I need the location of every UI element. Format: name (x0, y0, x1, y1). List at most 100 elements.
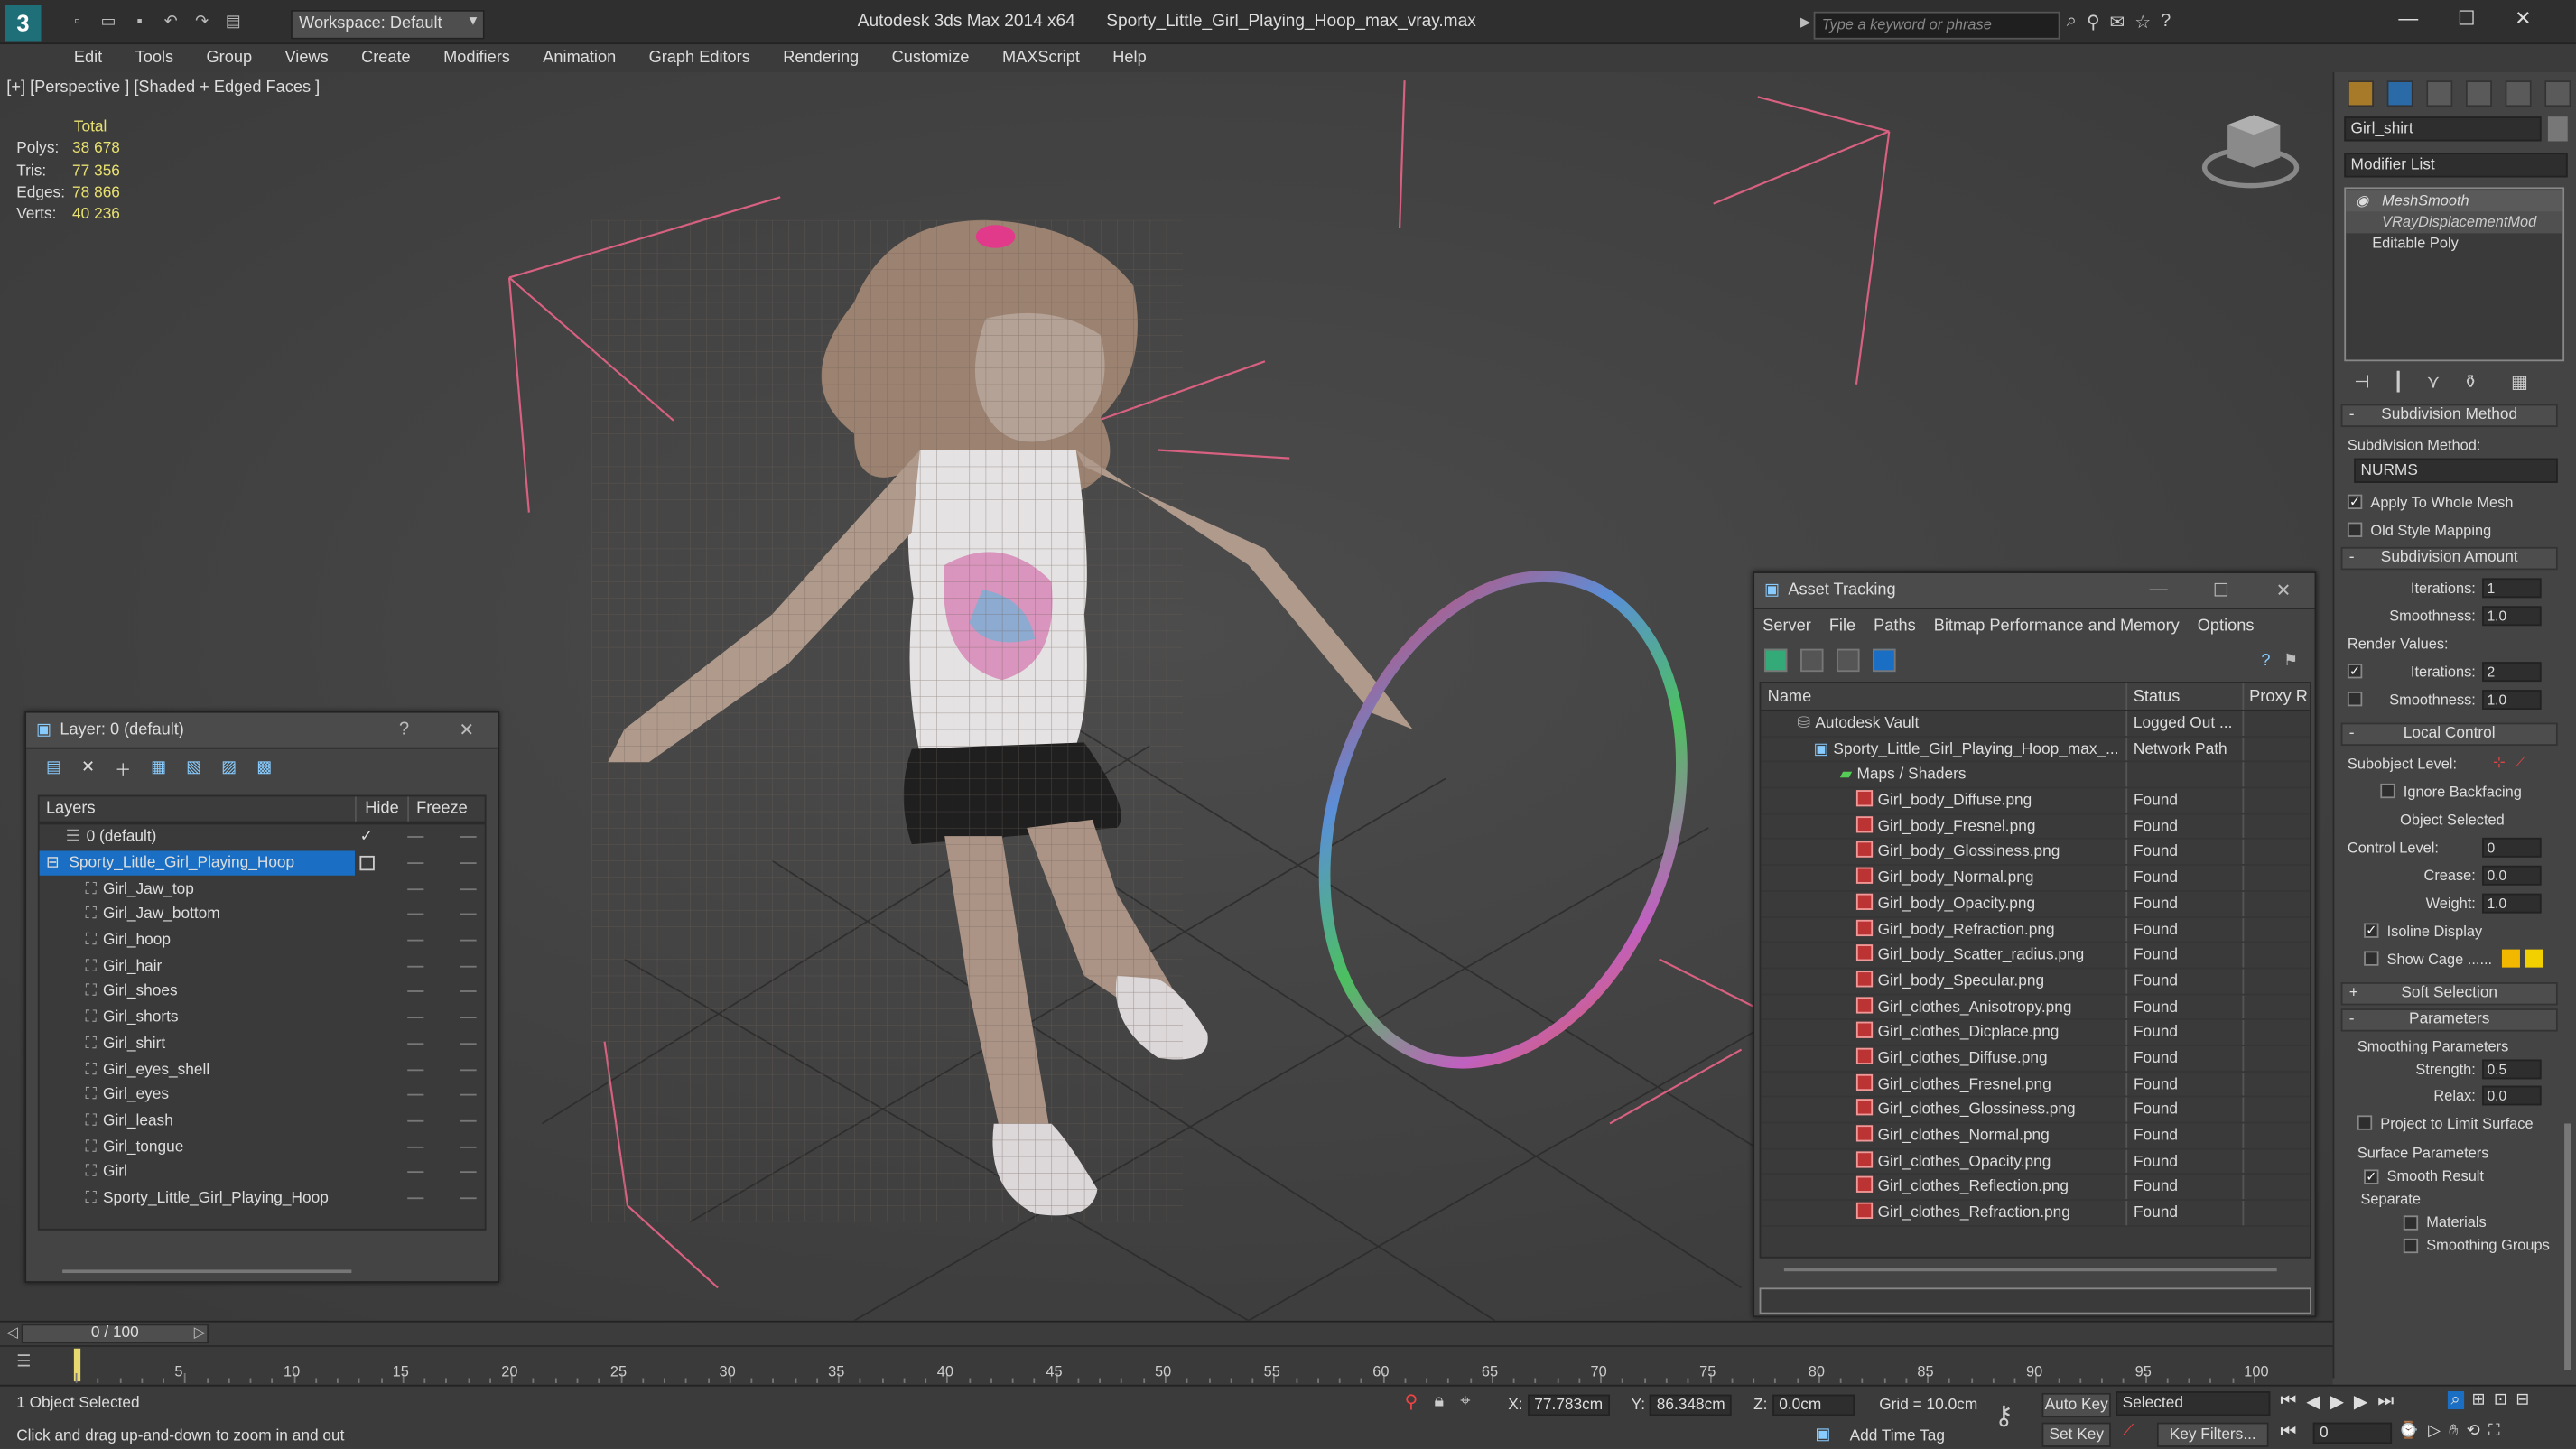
zoom-icon[interactable]: ⌕ (2447, 1391, 2464, 1410)
ignore-backfacing-checkbox[interactable]: Ignore Backfacing (2334, 777, 2564, 805)
remove-modifier-icon[interactable]: ⚱ (2463, 371, 2478, 393)
help-icon[interactable]: ? (2261, 651, 2270, 669)
rollout-subdivision-amount[interactable]: Subdivision Amount (2340, 546, 2558, 571)
close-icon[interactable]: ✕ (435, 720, 498, 741)
render-iterations-checkbox[interactable]: ✓ (2347, 664, 2363, 679)
asset-row-vault[interactable]: ⛁ Autodesk Vault Logged Out ... (1761, 711, 2311, 738)
menu-modifiers[interactable]: Modifiers (427, 50, 526, 68)
create-layer-icon[interactable]: ▤ (46, 758, 61, 776)
rollout-local-control[interactable]: Local Control (2340, 722, 2558, 747)
cage-color-swatch-1[interactable] (2502, 949, 2521, 968)
track-bar[interactable]: ☰ 5 10 15 20 25 30 35 40 45 50 55 60 65 70 75 80 85 90 95 1… (0, 1345, 2333, 1385)
crease-spinner[interactable]: 0.0 (2482, 864, 2542, 885)
asset-row[interactable]: Girl_body_Glossiness.png Found (1761, 840, 2311, 867)
rollout-subdivision-method[interactable]: Subdivision Method (2340, 404, 2558, 428)
binoculars-icon[interactable]: ⌕ (2067, 12, 2077, 33)
table-view-icon[interactable] (1837, 648, 1860, 673)
close-icon[interactable]: ✕ (2252, 580, 2314, 601)
help-icon[interactable]: ? (373, 720, 435, 741)
layer-object-row[interactable]: ⛶ Girl_shorts (40, 1005, 485, 1031)
old-style-mapping-checkbox[interactable]: Old Style Mapping (2334, 516, 2564, 543)
pan-view-icon[interactable]: ✋︎ (2449, 1423, 2458, 1441)
render-iterations-spinner[interactable]: 2 (2482, 661, 2542, 682)
auto-key-button[interactable]: Auto Key (2041, 1392, 2111, 1418)
menu-views[interactable]: Views (268, 50, 345, 68)
asset-horizontal-scrollbar[interactable] (1783, 1268, 2277, 1272)
time-slider-thumb[interactable]: 0 / 100 (21, 1324, 209, 1344)
asset-row[interactable]: Girl_body_Specular.png Found (1761, 969, 2311, 995)
isoline-display-checkbox[interactable]: ✓ Isoline Display (2334, 916, 2564, 944)
field-of-view-icon[interactable]: ▷ (2428, 1423, 2441, 1441)
separate-smoothing-groups-checkbox[interactable]: Smoothing Groups (2334, 1233, 2564, 1256)
zoom-extents-icon[interactable]: ⊡ (2494, 1391, 2507, 1409)
key-mode-icon[interactable]: ⏮ (2280, 1423, 2296, 1444)
pin-icon[interactable]: ⚑ (2283, 651, 2298, 669)
layer-object-row[interactable]: ⛶ Girl_tongue (40, 1134, 485, 1160)
vertex-subobject-icon[interactable]: ⊹ (2493, 754, 2506, 772)
orbit-icon[interactable]: ⟲ (2467, 1423, 2480, 1441)
control-level-spinner[interactable]: 0 (2482, 836, 2542, 857)
col-hide[interactable]: Hide (357, 796, 410, 822)
app-logo-icon[interactable]: 3 (5, 5, 42, 42)
layer-object-row[interactable]: ⛶ Girl_hoop (40, 928, 485, 954)
asset-menu-file[interactable]: File (1821, 617, 1865, 635)
new-file-icon[interactable]: ▫ (66, 12, 88, 34)
weight-spinner[interactable]: 1.0 (2482, 892, 2542, 913)
asset-row[interactable]: Girl_body_Scatter_radius.png Found (1761, 943, 2311, 970)
help-icon[interactable]: ? (2161, 12, 2171, 33)
asset-row-scene[interactable]: ▣ Sporty_Little_Girl_Playing_Hoop_max_...… (1761, 737, 2311, 763)
search-expand-icon[interactable]: ▶ (1800, 14, 1810, 29)
menu-help[interactable]: Help (1096, 50, 1163, 68)
time-tag-icon[interactable]: ▣ (1815, 1426, 1830, 1444)
favorites-star-icon[interactable]: ☆ (2134, 12, 2151, 33)
project-limit-checkbox[interactable]: Project to Limit Surface (2334, 1109, 2564, 1137)
current-frame-field[interactable]: 0 (2312, 1422, 2393, 1444)
asset-tracking-window[interactable]: ▣ Asset Tracking — ☐ ✕ Server File Paths B… (1753, 571, 2317, 1318)
menu-customize[interactable]: Customize (875, 50, 985, 68)
layer-object-row[interactable]: ⛶ Girl_shirt (40, 1031, 485, 1057)
layer-object-row[interactable]: ⛶ Girl_leash (40, 1108, 485, 1134)
asset-row[interactable]: Girl_body_Refraction.png Found (1761, 917, 2311, 943)
display-tab-icon[interactable] (2505, 80, 2532, 107)
default-in-out-tangent-icon[interactable]: ⟋ (2123, 1423, 2134, 1441)
render-smoothness-spinner[interactable]: 1.0 (2482, 689, 2542, 710)
asset-row[interactable]: Girl_clothes_Normal.png Found (1761, 1123, 2311, 1150)
create-tab-icon[interactable] (2347, 80, 2375, 107)
undo-icon[interactable]: ↶ (159, 12, 181, 34)
maximize-icon[interactable]: ☐ (2190, 580, 2252, 601)
redo-icon[interactable]: ↷ (191, 12, 213, 34)
project-folder-icon[interactable]: ▤ (222, 12, 245, 34)
rollout-soft-selection[interactable]: Soft Selection (2340, 982, 2558, 1006)
stack-item-editable-poly[interactable]: Editable Poly (2346, 233, 2562, 255)
asset-row[interactable]: Girl_clothes_Fresnel.png Found (1761, 1072, 2311, 1098)
motion-tab-icon[interactable] (2465, 80, 2493, 107)
col-name[interactable]: Name (1761, 683, 2127, 710)
command-panel-scrollbar[interactable] (2564, 1123, 2571, 1370)
maximize-viewport-icon[interactable]: ⛶ (2488, 1423, 2500, 1441)
add-time-tag-button[interactable]: Add Time Tag (1850, 1427, 1945, 1445)
col-layers[interactable]: Layers (40, 796, 357, 822)
layer-object-row[interactable]: ⛶ Girl_eyes (40, 1082, 485, 1109)
asset-menu-options[interactable]: Options (2190, 617, 2264, 635)
go-to-end-icon[interactable]: ⏭ (2377, 1391, 2394, 1413)
menu-animation[interactable]: Animation (526, 50, 632, 68)
asset-menu-bitmap[interactable]: Bitmap Performance and Memory (1926, 617, 2190, 635)
pin-stack-icon[interactable]: ⊣ (2354, 371, 2369, 393)
stack-item-vraydisplacement[interactable]: VRayDisplacementMod (2346, 211, 2563, 234)
configure-sets-icon[interactable]: ▦ (2511, 371, 2528, 393)
modify-tab-icon[interactable] (2386, 80, 2413, 107)
asset-row[interactable]: Girl_clothes_Reflection.png Found (1761, 1175, 2311, 1202)
layer-row-default[interactable]: ☰ 0 (default) ✓ (40, 824, 485, 850)
menu-maxscript[interactable]: MAXScript (986, 50, 1096, 68)
asset-row[interactable]: Girl_body_Normal.png Found (1761, 866, 2311, 892)
layer-object-row[interactable]: ⛶ Sporty_Little_Girl_Playing_Hoop (40, 1185, 485, 1212)
col-freeze[interactable]: Freeze (409, 796, 475, 821)
workspace-dropdown[interactable]: Workspace: Default (291, 9, 485, 40)
smoothness-spinner[interactable]: 1.0 (2482, 605, 2542, 626)
time-slider[interactable]: ◁ 0 / 100 ▷ (0, 1320, 2333, 1346)
modifier-list-dropdown[interactable]: Modifier List (2344, 153, 2568, 178)
time-configuration-icon[interactable]: ⌚ (2398, 1423, 2419, 1441)
subscription-icon[interactable]: ⚲ (2087, 12, 2100, 33)
layer-object-row[interactable]: ⛶ Girl_Jaw_bottom (40, 902, 485, 928)
layer-manager-titlebar[interactable]: ▣ Layer: 0 (default) ? ✕ (26, 712, 498, 749)
